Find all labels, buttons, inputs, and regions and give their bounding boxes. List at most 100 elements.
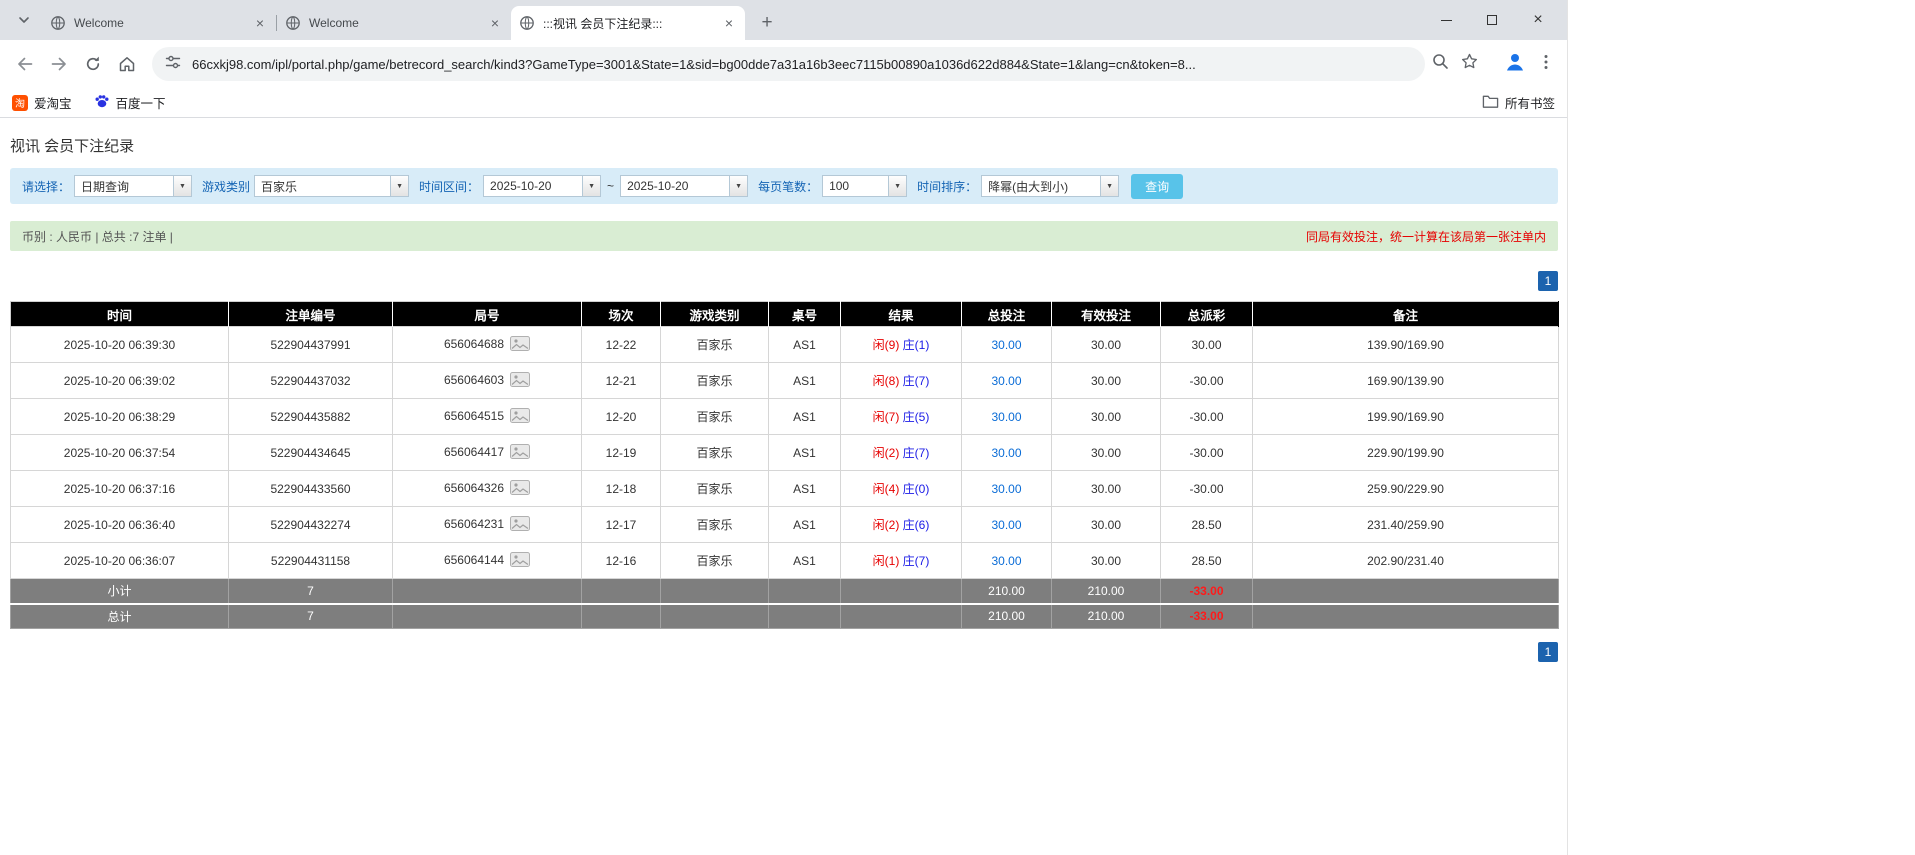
cell-round-id: 656064326	[393, 471, 582, 507]
new-tab-button[interactable]: +	[753, 9, 781, 37]
home-icon[interactable]	[110, 47, 144, 81]
tab-close-icon[interactable]: ×	[487, 15, 503, 31]
cell-total-bet: 30.00	[962, 507, 1052, 543]
combo-value: 2025-10-20	[484, 176, 582, 196]
select-type-combo[interactable]: 日期查询 ▼	[74, 175, 192, 197]
bet-records-table: 时间注单编号局号场次游戏类别桌号结果总投注有效投注总派彩备注 2025-10-2…	[10, 301, 1559, 629]
cell-round-id: 656064144	[393, 543, 582, 579]
cell-session: 12-16	[582, 543, 661, 579]
card-image-icon[interactable]	[510, 516, 530, 534]
info-bar: 币别 : 人民币 | 总共 :7 注单 | 同局有效投注，统一计算在该局第一张注…	[10, 221, 1558, 251]
tab-title: Welcome	[309, 16, 479, 30]
dropdown-arrow-icon[interactable]: ▼	[729, 176, 747, 196]
forward-icon[interactable]	[42, 47, 76, 81]
result-player: 闲(2)	[873, 518, 900, 532]
browser-tab-active[interactable]: :::视讯 会员下注纪录::: ×	[511, 6, 745, 40]
total-bet-link[interactable]: 30.00	[991, 446, 1021, 460]
card-image-icon[interactable]	[510, 336, 530, 354]
table-row: 2025-10-20 06:37:54522904434645656064417…	[11, 435, 1559, 471]
close-button[interactable]: ×	[1515, 0, 1561, 40]
cell-game-type: 百家乐	[661, 363, 769, 399]
date-to-combo[interactable]: 2025-10-20 ▼	[620, 175, 748, 197]
cell-valid-bet: 30.00	[1052, 435, 1161, 471]
date-from-combo[interactable]: 2025-10-20 ▼	[483, 175, 601, 197]
cell-remark: 202.90/231.40	[1253, 543, 1559, 579]
dropdown-arrow-icon[interactable]: ▼	[1100, 176, 1118, 196]
cell-valid-bet: 30.00	[1052, 471, 1161, 507]
browser-tab[interactable]: Welcome ×	[42, 6, 276, 40]
dropdown-arrow-icon[interactable]: ▼	[888, 176, 906, 196]
bookmark-star-icon[interactable]	[1460, 52, 1479, 76]
tab-search-chevron-icon[interactable]	[10, 6, 38, 34]
page-size-label: 每页笔数：	[758, 178, 818, 195]
bookmark-item[interactable]: 淘 爱淘宝	[12, 93, 72, 112]
cell-time: 2025-10-20 06:39:30	[11, 327, 229, 363]
card-image-icon[interactable]	[510, 444, 530, 462]
total-bet-link[interactable]: 30.00	[991, 518, 1021, 532]
search-button[interactable]: 查询	[1131, 174, 1183, 199]
menu-kebab-icon[interactable]	[1537, 53, 1555, 76]
page-title: 视讯 会员下注纪录	[10, 135, 1558, 156]
maximize-button[interactable]	[1469, 0, 1515, 40]
page-1-button[interactable]: 1	[1538, 642, 1558, 662]
tab-close-icon[interactable]: ×	[721, 15, 737, 31]
summary-count: 7	[229, 604, 393, 629]
combo-value: 2025-10-20	[621, 176, 729, 196]
result-banker: 庄(7)	[903, 374, 930, 388]
cell-time: 2025-10-20 06:39:02	[11, 363, 229, 399]
total-bet-link[interactable]: 30.00	[991, 554, 1021, 568]
card-image-icon[interactable]	[510, 408, 530, 426]
tab-close-icon[interactable]: ×	[252, 15, 268, 31]
dropdown-arrow-icon[interactable]: ▼	[173, 176, 191, 196]
tab-title: Welcome	[74, 16, 244, 30]
card-image-icon[interactable]	[510, 372, 530, 390]
summary-empty-cell	[841, 604, 962, 629]
cell-total-bet: 30.00	[962, 399, 1052, 435]
cell-round-id: 656064417	[393, 435, 582, 471]
column-header: 总投注	[962, 302, 1052, 327]
zoom-icon[interactable]	[1431, 52, 1450, 76]
column-header: 注单编号	[229, 302, 393, 327]
globe-favicon-icon	[519, 15, 535, 31]
card-image-icon[interactable]	[510, 552, 530, 570]
site-settings-icon[interactable]	[164, 53, 182, 76]
cell-round-id: 656064515	[393, 399, 582, 435]
address-bar[interactable]: 66cxkj98.com/ipl/portal.php/game/betreco…	[152, 47, 1425, 81]
total-bet-link[interactable]: 30.00	[991, 482, 1021, 496]
round-id: 656064688	[444, 337, 504, 351]
cell-payout: 28.50	[1161, 543, 1253, 579]
summary-empty-cell	[661, 604, 769, 629]
back-icon[interactable]	[8, 47, 42, 81]
cell-time: 2025-10-20 06:36:07	[11, 543, 229, 579]
card-image-icon[interactable]	[510, 480, 530, 498]
cell-bet-id: 522904437991	[229, 327, 393, 363]
globe-favicon-icon	[50, 15, 66, 31]
combo-value: 百家乐	[255, 176, 390, 196]
page-size-combo[interactable]: 100 ▼	[822, 175, 907, 197]
dropdown-arrow-icon[interactable]: ▼	[390, 176, 408, 196]
subtotal-row: 小计7210.00210.00-33.00	[11, 579, 1559, 604]
result-banker: 庄(6)	[903, 518, 930, 532]
reload-icon[interactable]	[76, 47, 110, 81]
all-bookmarks[interactable]: 所有书签	[1482, 93, 1555, 112]
cell-session: 12-18	[582, 471, 661, 507]
dropdown-arrow-icon[interactable]: ▼	[582, 176, 600, 196]
game-type-combo[interactable]: 百家乐 ▼	[254, 175, 409, 197]
cell-total-bet: 30.00	[962, 471, 1052, 507]
profile-avatar[interactable]	[1503, 50, 1527, 79]
total-bet-link[interactable]: 30.00	[991, 410, 1021, 424]
total-bet-link[interactable]: 30.00	[991, 374, 1021, 388]
bookmark-item[interactable]: 百度一下	[94, 93, 166, 112]
cell-table-no: AS1	[769, 435, 841, 471]
table-row: 2025-10-20 06:36:40522904432274656064231…	[11, 507, 1559, 543]
page-1-button[interactable]: 1	[1538, 271, 1558, 291]
browser-window: Welcome × Welcome × :::视讯 会员下注纪录::: × + …	[0, 0, 1568, 855]
minimize-button[interactable]	[1423, 0, 1469, 40]
url-text[interactable]: 66cxkj98.com/ipl/portal.php/game/betreco…	[192, 57, 1413, 72]
result-banker: 庄(1)	[903, 338, 930, 352]
round-id: 656064326	[444, 481, 504, 495]
browser-tab[interactable]: Welcome ×	[277, 6, 511, 40]
column-header: 桌号	[769, 302, 841, 327]
total-bet-link[interactable]: 30.00	[991, 338, 1021, 352]
sort-order-combo[interactable]: 降幂(由大到小) ▼	[981, 175, 1119, 197]
